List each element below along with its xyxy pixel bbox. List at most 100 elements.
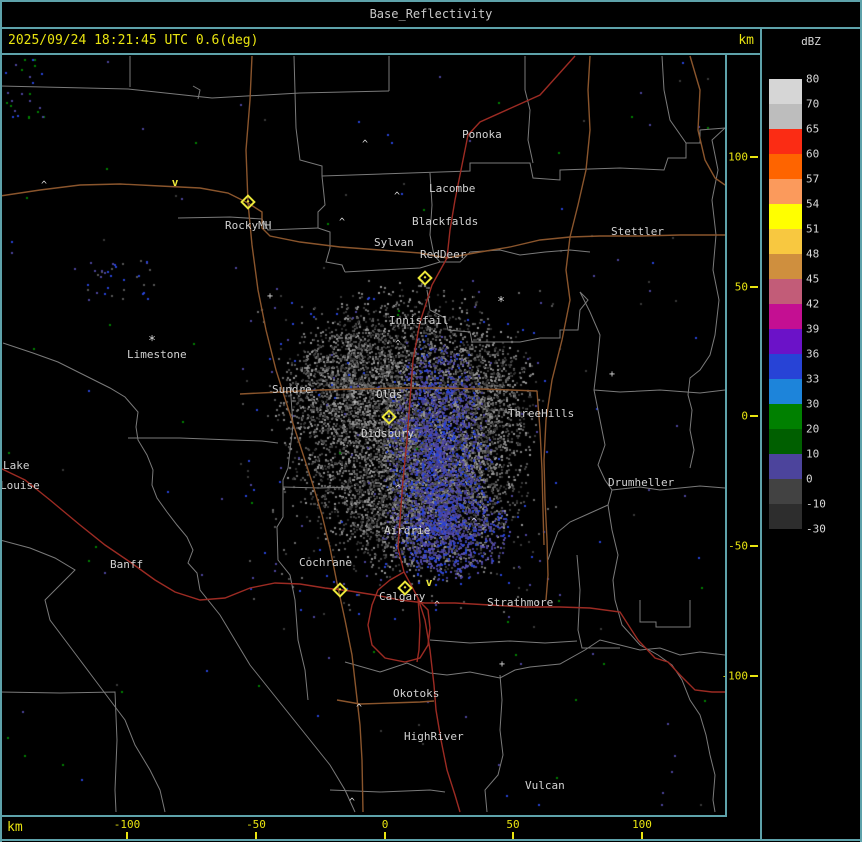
city-label-lake: Lake — [3, 459, 30, 472]
bottom-axis-tick-label: 100 — [632, 818, 652, 831]
colorbar-swatch — [769, 454, 802, 479]
colorbar-swatch — [769, 254, 802, 279]
bottom-axis-unit-label: km — [7, 820, 23, 835]
city-label-limestone: Limestone — [127, 348, 187, 361]
city-label-strathmore: Strathmore — [487, 596, 554, 609]
city-label-stettler: Stettler — [611, 225, 664, 238]
county-boundary-line — [329, 789, 446, 793]
caret-marker: ^ — [338, 217, 346, 228]
county-boundary-line — [579, 291, 716, 813]
colorbar-tick-label: 80 — [806, 72, 820, 86]
county-boundary-line — [524, 56, 534, 164]
county-boundary-line — [576, 554, 620, 649]
city-label-drumheller: Drumheller — [608, 476, 675, 489]
caret-marker: ^ — [40, 180, 48, 191]
secondary-road-line — [569, 55, 591, 238]
radar-app-window: Base_Reflectivity 2025/09/24 18:21:45 UT… — [0, 0, 862, 842]
right-axis-tick — [750, 675, 758, 677]
caret-marker: ^ — [470, 517, 478, 528]
secondary-road-line — [0, 183, 249, 204]
county-boundary-line — [0, 539, 166, 813]
bottom-axis-tick-label: -50 — [246, 818, 266, 831]
county-boundary-line — [344, 639, 725, 679]
caret-marker: ^ — [394, 484, 402, 495]
county-boundary-line — [0, 691, 118, 813]
colorbar-tick-label: 51 — [806, 222, 820, 236]
caret-marker: ^ — [348, 797, 356, 808]
scan-timestamp: 2025/09/24 18:21:45 UTC 0.6(deg) — [8, 33, 259, 48]
plus-marker: + — [266, 291, 274, 302]
city-label-vulcan: Vulcan — [525, 779, 565, 792]
asterisk-marker: * — [497, 295, 505, 310]
bottom-range-axis: km -100 -50 0 50 100 — [0, 817, 760, 839]
county-boundary-line — [547, 504, 609, 561]
colorbar-tick-label: 0 — [806, 472, 813, 486]
city-label-lacombe: Lacombe — [429, 182, 476, 195]
city-label-blackfalds: Blackfalds — [412, 215, 479, 228]
window-title: Base_Reflectivity — [369, 6, 493, 21]
colorbar-tick-label: 30 — [806, 397, 820, 411]
colorbar-swatch — [769, 104, 802, 129]
county-boundary-line — [128, 437, 279, 444]
city-label-threehills: ThreeHills — [508, 407, 575, 420]
radar-map-display[interactable]: Ponoka Lacombe Blackfalds Sylvan RedDeer Stet… — [0, 55, 725, 815]
city-label-highriver: HighRiver — [404, 730, 464, 743]
colorbar-swatch — [769, 279, 802, 304]
city-label-innisfail: Innisfail — [389, 314, 449, 327]
colorbar-tick-label: 65 — [806, 122, 820, 136]
plus-marker: + — [608, 369, 616, 380]
range-unit-label: km — [738, 33, 754, 48]
secondary-road-line — [245, 55, 364, 813]
caret-marker: ^ — [393, 191, 401, 202]
colorbar-tick-label: 42 — [806, 297, 820, 311]
colorbar-swatch — [769, 79, 802, 104]
bottom-axis-tick-label: 50 — [506, 818, 520, 831]
city-label-rockymh: RockyMH — [225, 219, 272, 232]
county-boundary-line — [661, 55, 687, 144]
county-boundary-line — [484, 674, 504, 813]
frame-left — [0, 0, 2, 842]
colorbar-swatch — [769, 304, 802, 329]
frame-top — [0, 0, 862, 2]
colorbar-tick-label: -10 — [806, 497, 826, 511]
colorbar-tick-label: 20 — [806, 422, 820, 436]
county-boundary-line — [293, 55, 323, 176]
city-label-sylvan: Sylvan — [374, 236, 414, 249]
county-boundary-line — [0, 85, 390, 99]
plus-marker: + — [351, 397, 359, 408]
vee-marker: v — [425, 576, 433, 589]
city-label-sundre: Sundre — [272, 383, 312, 396]
colorbar-tick-label: 36 — [806, 347, 820, 361]
frame-colorbar-left — [760, 27, 762, 841]
colorbar-tick-label: 33 — [806, 372, 820, 386]
right-axis-tick — [750, 286, 758, 288]
frame-title-bottom — [0, 27, 862, 29]
title-bar: Base_Reflectivity — [0, 0, 862, 27]
county-boundary-line — [2, 342, 356, 813]
county-boundary-line — [639, 600, 691, 628]
bottom-axis-tick — [126, 832, 128, 839]
colorbar-unit-label: dBZ — [801, 35, 821, 48]
colorbar-swatch — [769, 204, 802, 229]
frame-map-top — [0, 53, 762, 55]
colorbar-tick-label: 48 — [806, 247, 820, 261]
right-axis-tick-label: -100 — [721, 669, 749, 683]
city-label-ponoka: Ponoka — [462, 128, 502, 141]
frame-bottom — [0, 839, 862, 841]
colorbar-swatch — [769, 429, 802, 454]
colorbar-swatch — [769, 329, 802, 354]
vee-marker: v — [171, 176, 179, 189]
city-label-didsbury: Didsbury — [361, 427, 414, 440]
colorbar-swatch — [769, 379, 802, 404]
city-label-olds: Olds — [376, 388, 403, 401]
city-label-banff: Banff — [110, 558, 144, 571]
colorbar-tick-label: 54 — [806, 197, 820, 211]
right-axis-tick — [750, 415, 758, 417]
secondary-road-line — [336, 699, 435, 705]
colorbar-swatch — [769, 179, 802, 204]
city-label-airdrie: Airdrie — [384, 524, 431, 537]
right-axis-tick — [750, 545, 758, 547]
city-label-cochrane: Cochrane — [299, 556, 352, 569]
right-axis-tick-label: -50 — [728, 539, 748, 553]
bottom-axis-tick — [384, 832, 386, 839]
